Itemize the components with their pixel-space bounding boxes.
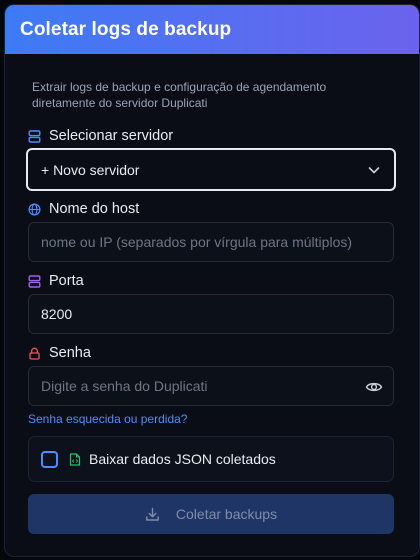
file-json-icon	[69, 452, 81, 466]
dialog-body: Extrair logs de backup e configuração de…	[5, 54, 419, 556]
server-select-value: + Novo servidor	[41, 161, 140, 178]
server-icon	[28, 129, 41, 143]
globe-icon	[28, 202, 41, 216]
hostname-field[interactable]	[28, 222, 394, 262]
server-label: Selecionar servidor	[28, 128, 173, 144]
download-json-checkbox[interactable]	[41, 450, 58, 468]
port-input[interactable]	[41, 306, 393, 322]
forgot-password-link[interactable]: Senha esquecida ou perdida?	[28, 412, 187, 426]
port-label: Porta	[28, 273, 84, 289]
dialog-description: Extrair logs de backup e configuração de…	[32, 80, 327, 110]
password-field[interactable]	[28, 366, 394, 406]
dialog-title: Coletar logs de backup	[20, 18, 232, 40]
download-icon	[146, 507, 159, 521]
collect-backups-label: Coletar backups	[175, 506, 278, 522]
server-icon	[28, 274, 41, 288]
hostname-label-text: Nome do host	[49, 201, 140, 217]
eye-icon[interactable]	[365, 379, 383, 395]
server-label-text: Selecionar servidor	[49, 128, 174, 144]
hostname-input[interactable]	[41, 234, 393, 250]
download-json-label: Baixar dados JSON coletados	[89, 451, 276, 467]
server-select[interactable]: + Novo servidor	[26, 148, 396, 191]
port-label-text: Porta	[49, 273, 84, 289]
collect-backups-button[interactable]: Coletar backups	[28, 494, 394, 534]
hostname-label: Nome do host	[28, 201, 139, 217]
collect-backups-dialog: Coletar logs de backup Extrair logs de b…	[4, 4, 420, 557]
dialog-header: Coletar logs de backup	[5, 5, 419, 54]
password-label: Senha	[28, 345, 91, 361]
lock-icon	[28, 347, 41, 360]
password-label-text: Senha	[49, 345, 91, 361]
password-input[interactable]	[41, 378, 361, 394]
download-json-option[interactable]: Baixar dados JSON coletados	[28, 436, 394, 482]
port-field[interactable]	[28, 294, 394, 334]
chevron-down-icon	[368, 167, 380, 174]
